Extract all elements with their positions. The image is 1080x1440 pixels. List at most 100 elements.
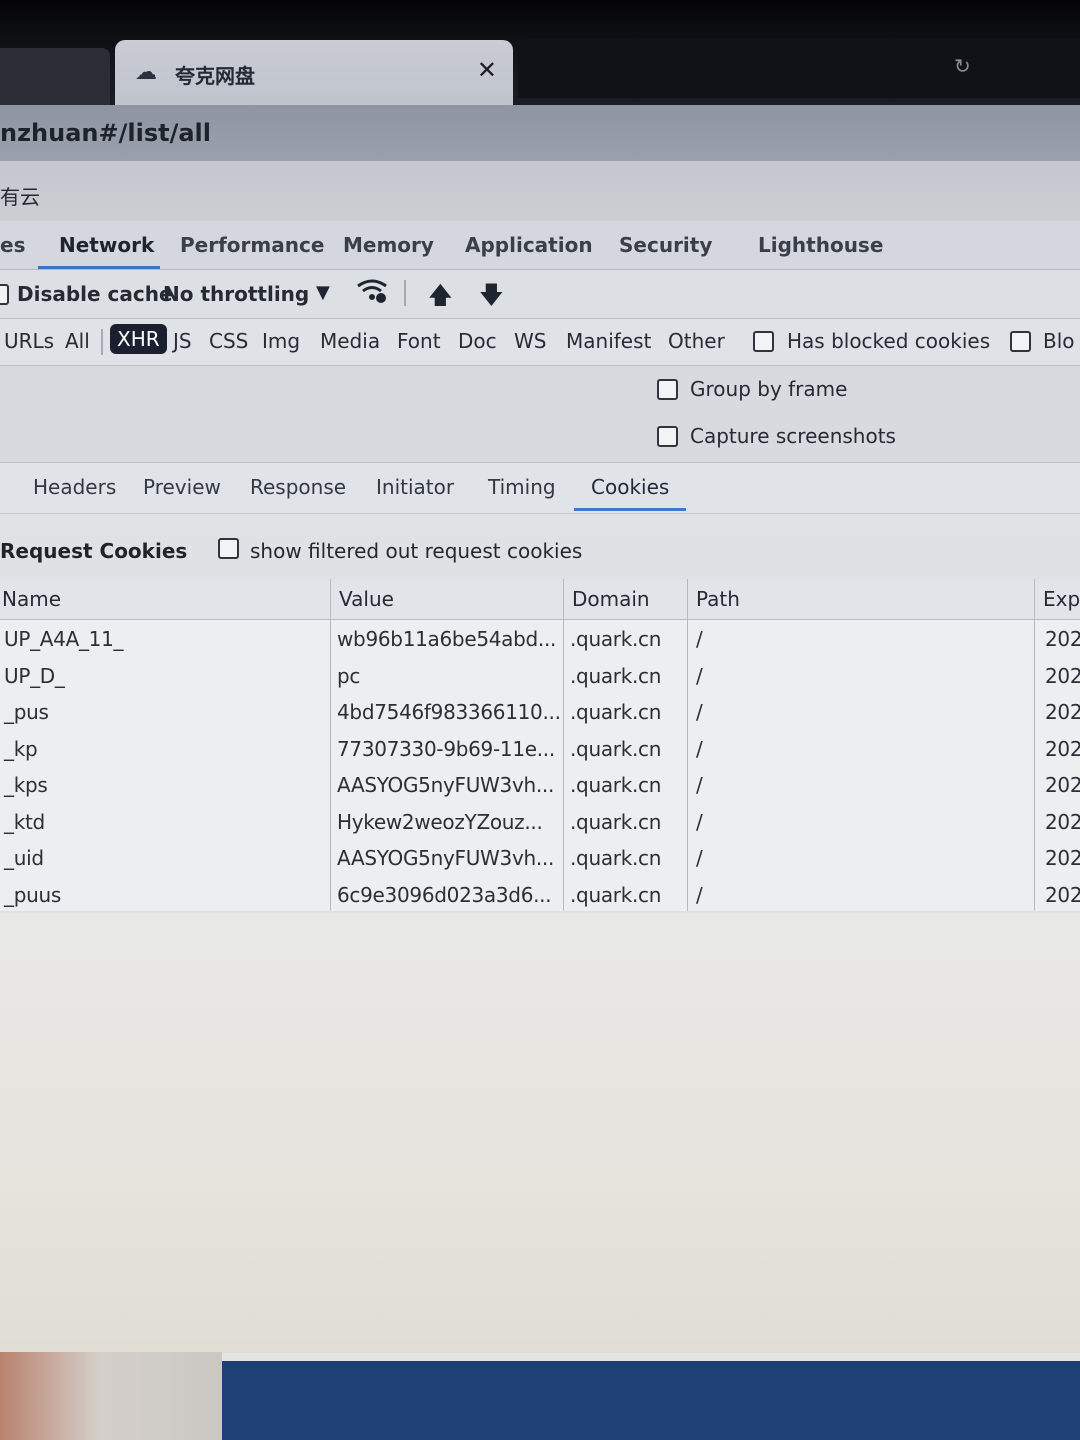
has-blocked-cookies-checkbox[interactable] bbox=[753, 331, 774, 352]
table-row[interactable]: _pus 4bd7546f983366110... .quark.cn / 202 bbox=[0, 694, 1080, 730]
cell-exp: 202 bbox=[1045, 882, 1080, 907]
cell-exp: 202 bbox=[1045, 627, 1080, 651]
toolbar-separator bbox=[404, 280, 406, 306]
tab-sources-fragment[interactable]: es bbox=[0, 233, 25, 257]
cell-exp: 202 bbox=[1045, 773, 1080, 797]
cell-domain: .quark.cn bbox=[570, 809, 662, 834]
has-blocked-cookies-label: Has blocked cookies bbox=[787, 329, 991, 353]
filter-font[interactable]: Font bbox=[397, 329, 441, 353]
browser-tab-active[interactable]: ☁ 夸克网盘 ✕ bbox=[115, 40, 513, 110]
column-exp-label: Exp bbox=[1043, 587, 1080, 611]
network-toolbar: Disable cache No throttling ▼ 🡅 🡇 bbox=[0, 270, 1080, 319]
tab-memory[interactable]: Memory bbox=[343, 233, 434, 257]
capture-screenshots-label: Capture screenshots bbox=[690, 424, 896, 448]
cell-value: pc bbox=[337, 663, 361, 688]
tab-security[interactable]: Security bbox=[619, 233, 712, 257]
subtab-response[interactable]: Response bbox=[250, 475, 346, 499]
cell-path: / bbox=[696, 809, 703, 834]
table-row[interactable]: _kps AASYOG5nyFUW3vh... .quark.cn / 202 bbox=[0, 767, 1080, 803]
table-row[interactable]: _uid AASYOG5nyFUW3vh... .quark.cn / 202 bbox=[0, 840, 1080, 876]
column-name-label: Name bbox=[2, 587, 62, 611]
filter-xhr[interactable]: XHR bbox=[110, 324, 167, 354]
upload-icon[interactable]: 🡅 bbox=[428, 278, 453, 319]
column-path-label: Path bbox=[696, 587, 740, 611]
refresh-icon[interactable]: ↻ bbox=[954, 54, 971, 78]
table-row[interactable]: _puus 6c9e3096d023a3d6... .quark.cn / 202 bbox=[0, 877, 1080, 913]
taskbar-left-glare bbox=[0, 1352, 222, 1440]
subtab-headers[interactable]: Headers bbox=[33, 475, 116, 499]
cell-name: _ktd bbox=[4, 809, 45, 834]
url-text[interactable]: nzhuan#/list/all bbox=[0, 119, 211, 147]
subtab-initiator[interactable]: Initiator bbox=[376, 475, 454, 499]
bookmarks-bar: 有云 bbox=[0, 161, 1080, 221]
cloud-icon: ☁ bbox=[135, 60, 157, 85]
devtools-panel: es Network Performance Memory Applicatio… bbox=[0, 221, 1080, 1361]
table-row[interactable]: _kp 77307330-9b69-11e... .quark.cn / 202 bbox=[0, 731, 1080, 767]
filter-separator bbox=[101, 329, 103, 355]
tab-lighthouse[interactable]: Lighthouse bbox=[758, 233, 883, 257]
network-conditions-icon[interactable] bbox=[356, 278, 388, 310]
request-cookies-title: Request Cookies bbox=[0, 539, 188, 563]
cell-value: AASYOG5nyFUW3vh... bbox=[337, 846, 555, 870]
browser-tab-previous[interactable] bbox=[0, 48, 110, 105]
subtab-timing[interactable]: Timing bbox=[488, 475, 556, 499]
cell-domain: .quark.cn bbox=[570, 700, 662, 724]
cell-value: 6c9e3096d023a3d6... bbox=[337, 882, 552, 907]
subtab-preview[interactable]: Preview bbox=[143, 475, 221, 499]
show-filtered-checkbox[interactable] bbox=[218, 538, 239, 559]
tab-network[interactable]: Network bbox=[59, 233, 154, 257]
dropdown-arrow-icon[interactable]: ▼ bbox=[316, 282, 330, 303]
filter-other[interactable]: Other bbox=[668, 329, 725, 353]
column-header-name[interactable]: Name bbox=[0, 579, 330, 620]
cell-exp: 202 bbox=[1045, 809, 1080, 834]
show-filtered-label: show filtered out request cookies bbox=[250, 539, 583, 563]
column-header-value[interactable]: Value bbox=[331, 579, 563, 620]
tab-performance[interactable]: Performance bbox=[180, 233, 324, 257]
column-header-path[interactable]: Path bbox=[688, 579, 1034, 620]
tab-application[interactable]: Application bbox=[465, 233, 593, 257]
table-row[interactable]: UP_A4A_11_ wb96b11a6be54abd... .quark.cn / 2… bbox=[0, 621, 1080, 657]
cell-value: Hykew2weozYZouz... bbox=[337, 809, 543, 834]
column-header-domain[interactable]: Domain bbox=[564, 579, 687, 620]
filter-js[interactable]: JS bbox=[173, 329, 192, 353]
capture-screenshots-checkbox[interactable] bbox=[657, 426, 678, 447]
cell-name: UP_D_ bbox=[4, 663, 65, 688]
column-header-exp[interactable]: Exp bbox=[1035, 579, 1080, 620]
devtools-panel-tabs: es Network Performance Memory Applicatio… bbox=[0, 221, 1080, 270]
disable-cache-checkbox[interactable] bbox=[0, 284, 9, 305]
filter-ws[interactable]: WS bbox=[514, 329, 546, 353]
subtab-cookies[interactable]: Cookies bbox=[591, 475, 669, 499]
cell-name: _uid bbox=[4, 846, 44, 870]
cell-path: / bbox=[696, 882, 703, 907]
cell-path: / bbox=[696, 663, 703, 688]
cell-exp: 202 bbox=[1045, 846, 1080, 870]
cell-name: _kp bbox=[4, 736, 38, 761]
throttling-select[interactable]: No throttling bbox=[163, 282, 309, 306]
group-by-frame-checkbox[interactable] bbox=[657, 379, 678, 400]
filter-doc[interactable]: Doc bbox=[458, 329, 497, 353]
active-tab-indicator bbox=[38, 266, 160, 269]
cell-name: UP_A4A_11_ bbox=[4, 627, 124, 651]
table-row[interactable]: UP_D_ pc .quark.cn / 202 bbox=[0, 658, 1080, 694]
cell-domain: .quark.cn bbox=[570, 736, 662, 761]
photo-of-screen: ☁ 夸克网盘 ✕ ↻ nzhuan#/list/all 有云 es Networ… bbox=[0, 0, 1080, 1440]
blocked-requests-checkbox[interactable] bbox=[1010, 331, 1031, 352]
browser-tab-next[interactable]: ↻ bbox=[518, 38, 1080, 98]
download-icon[interactable]: 🡇 bbox=[479, 278, 504, 319]
filter-img[interactable]: Img bbox=[262, 329, 300, 353]
cookie-table: Name Value Domain Path Exp UP_A4A_11_ wb9… bbox=[0, 579, 1080, 911]
address-bar[interactable]: nzhuan#/list/all bbox=[0, 105, 1080, 161]
filter-manifest[interactable]: Manifest bbox=[566, 329, 651, 353]
filter-all[interactable]: All bbox=[65, 329, 90, 353]
close-icon[interactable]: ✕ bbox=[477, 56, 497, 84]
table-row[interactable]: _ktd Hykew2weozYZouz... .quark.cn / 202 bbox=[0, 804, 1080, 840]
filter-media[interactable]: Media bbox=[320, 329, 380, 353]
column-value-label: Value bbox=[339, 587, 394, 611]
bookmark-item[interactable]: 有云 bbox=[0, 181, 40, 210]
filter-css[interactable]: CSS bbox=[209, 329, 248, 353]
filter-urls[interactable]: URLs bbox=[4, 329, 54, 353]
request-detail-tabs: Headers Preview Response Initiator Timin… bbox=[0, 463, 1080, 514]
cell-value: AASYOG5nyFUW3vh... bbox=[337, 773, 555, 797]
filter-bar: URLs All XHR JS CSS Img Media Font Doc W… bbox=[0, 319, 1080, 366]
blocked-requests-label: Blo bbox=[1043, 329, 1075, 353]
